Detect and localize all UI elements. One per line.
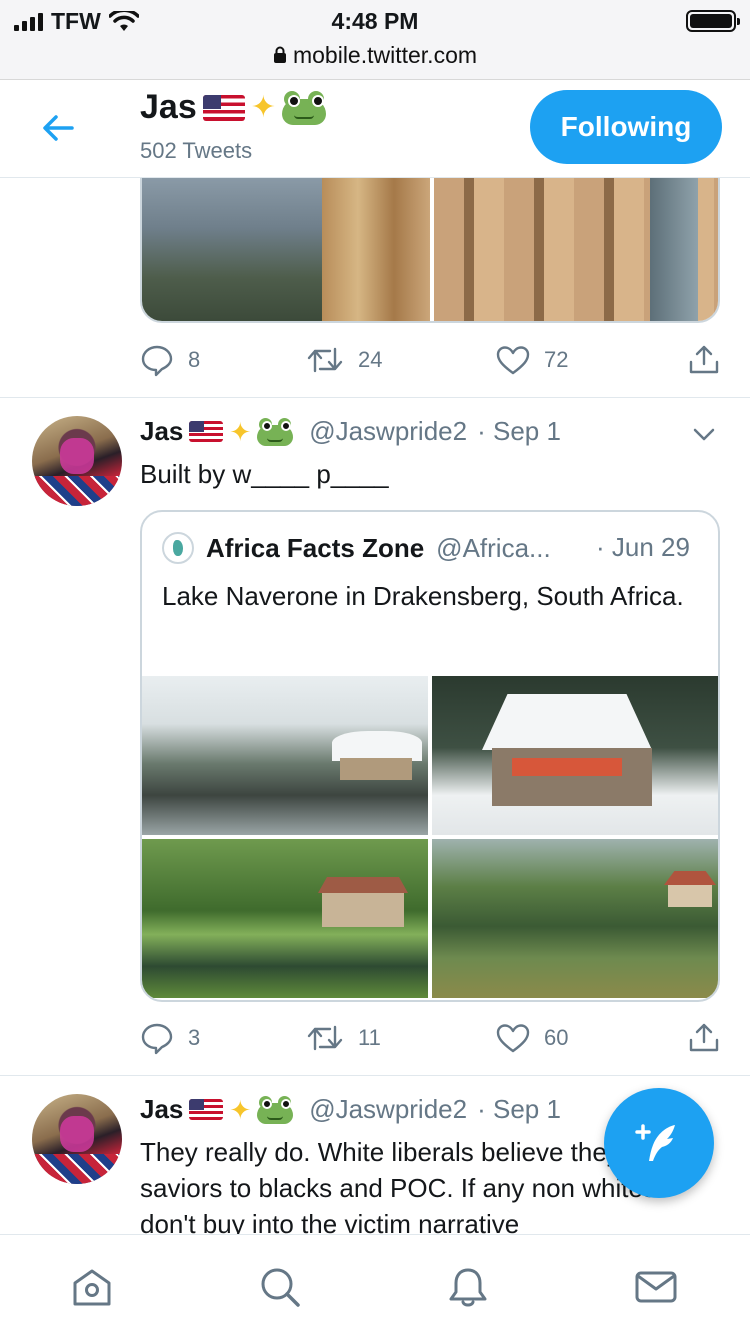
retweet-button[interactable]: 11 <box>306 1023 496 1053</box>
reply-count: 3 <box>188 1025 201 1050</box>
reply-button[interactable]: 3 <box>140 1021 306 1055</box>
quoted-tweet-date: · Jun 29 <box>596 532 690 562</box>
tweet-text: Built by w____ p____ <box>140 459 389 489</box>
status-bar: TFW 4:48 PM mobile.twitter.com <box>0 0 750 80</box>
sparkles-icon: ✦ <box>250 90 276 124</box>
retweet-icon <box>307 347 343 373</box>
heart-icon <box>496 1024 530 1053</box>
bottom-navigation <box>0 1234 750 1334</box>
tweet-author-handle[interactable]: @Jaswpride2 <box>309 1094 467 1125</box>
arrow-left-icon[interactable] <box>38 108 78 148</box>
lock-icon <box>273 46 286 63</box>
tweet-header: Jas ✦ @Jaswpride2 · Sep 1 <box>140 416 561 447</box>
quoted-tweet[interactable]: Africa Facts Zone @Africa... · Jun 29 La… <box>140 510 720 1002</box>
tweet-header: Jas ✦ @Jaswpride2 · Sep 1 <box>140 1094 561 1125</box>
quoted-photo[interactable] <box>142 676 428 835</box>
battery-icon <box>686 10 740 32</box>
quoted-photo[interactable] <box>432 839 718 998</box>
quoted-tweet-header: Africa Facts Zone @Africa... <box>162 532 551 564</box>
avatar[interactable] <box>32 1094 122 1184</box>
tweet-actions: 3 11 60 <box>140 1018 720 1058</box>
like-button[interactable]: 72 <box>496 345 686 375</box>
like-button[interactable]: 60 <box>496 1023 686 1053</box>
retweet-count: 11 <box>358 1025 381 1050</box>
clock: 4:48 PM <box>331 8 419 34</box>
chevron-down-icon[interactable] <box>690 420 718 448</box>
tweet-author-name[interactable]: Jas <box>140 416 183 447</box>
retweet-button[interactable]: 24 <box>306 345 496 375</box>
speech-bubble-icon <box>141 1023 173 1055</box>
us-flag-icon <box>202 94 245 121</box>
tweet-media-grid[interactable] <box>140 178 720 323</box>
like-count: 72 <box>544 347 569 372</box>
profile-name-text: Jas <box>140 88 197 126</box>
frog-icon <box>281 90 326 125</box>
quoted-avatar <box>162 532 194 564</box>
tweet-divider <box>0 397 750 398</box>
tweet-divider <box>0 1075 750 1076</box>
reply-button[interactable]: 8 <box>140 343 306 377</box>
us-flag-icon <box>189 421 224 442</box>
feather-icon <box>635 1124 675 1161</box>
heart-icon <box>496 346 530 375</box>
quoted-author-name: Africa Facts Zone <box>206 532 425 563</box>
tweet-count: 502 Tweets <box>140 138 253 163</box>
avatar[interactable] <box>32 416 122 506</box>
profile-name: Jas ✦ <box>140 88 326 127</box>
sparkles-icon: ✦ <box>229 1094 252 1125</box>
share-button[interactable] <box>688 1022 720 1054</box>
tweet-photo[interactable] <box>434 178 718 321</box>
share-button[interactable] <box>688 344 720 376</box>
following-button[interactable]: Following <box>530 90 722 164</box>
bell-icon[interactable] <box>446 1265 490 1309</box>
share-icon <box>689 1023 719 1052</box>
tweet-actions: 8 24 72 <box>140 340 720 380</box>
profile-header: Jas ✦ 502 Tweets Following <box>0 80 750 178</box>
quoted-author-handle: @Africa... <box>436 532 551 563</box>
tweet-author-handle[interactable]: @Jaswpride2 <box>309 416 467 447</box>
tweet-photo[interactable] <box>142 178 430 321</box>
speech-bubble-icon <box>141 345 173 377</box>
us-flag-icon <box>189 1099 224 1120</box>
reply-count: 8 <box>188 347 201 372</box>
tweet-author-name[interactable]: Jas <box>140 1094 183 1125</box>
retweet-count: 24 <box>358 347 383 372</box>
tweet-date[interactable]: · Sep 1 <box>477 1094 561 1125</box>
tweet-date[interactable]: · Sep 1 <box>477 416 561 447</box>
retweet-icon <box>307 1025 343 1051</box>
quoted-photo[interactable] <box>142 839 428 998</box>
compose-tweet-button[interactable] <box>604 1088 714 1198</box>
home-icon[interactable] <box>70 1265 114 1309</box>
quoted-media-grid <box>142 676 718 1000</box>
mail-icon[interactable] <box>634 1265 678 1309</box>
tweet-text: They really do. White liberals believe t… <box>140 1137 665 1234</box>
quoted-tweet-text: Lake Naverone in Drakensberg, South Afri… <box>162 581 684 611</box>
search-icon[interactable] <box>258 1265 302 1309</box>
like-count: 60 <box>544 1025 569 1050</box>
frog-icon <box>257 417 294 446</box>
quoted-photo[interactable] <box>432 676 718 835</box>
url-text: mobile.twitter.com <box>292 42 478 68</box>
frog-icon <box>257 1095 294 1124</box>
share-icon <box>689 345 719 374</box>
sparkles-icon: ✦ <box>229 416 252 447</box>
address-bar[interactable]: mobile.twitter.com <box>0 42 750 69</box>
